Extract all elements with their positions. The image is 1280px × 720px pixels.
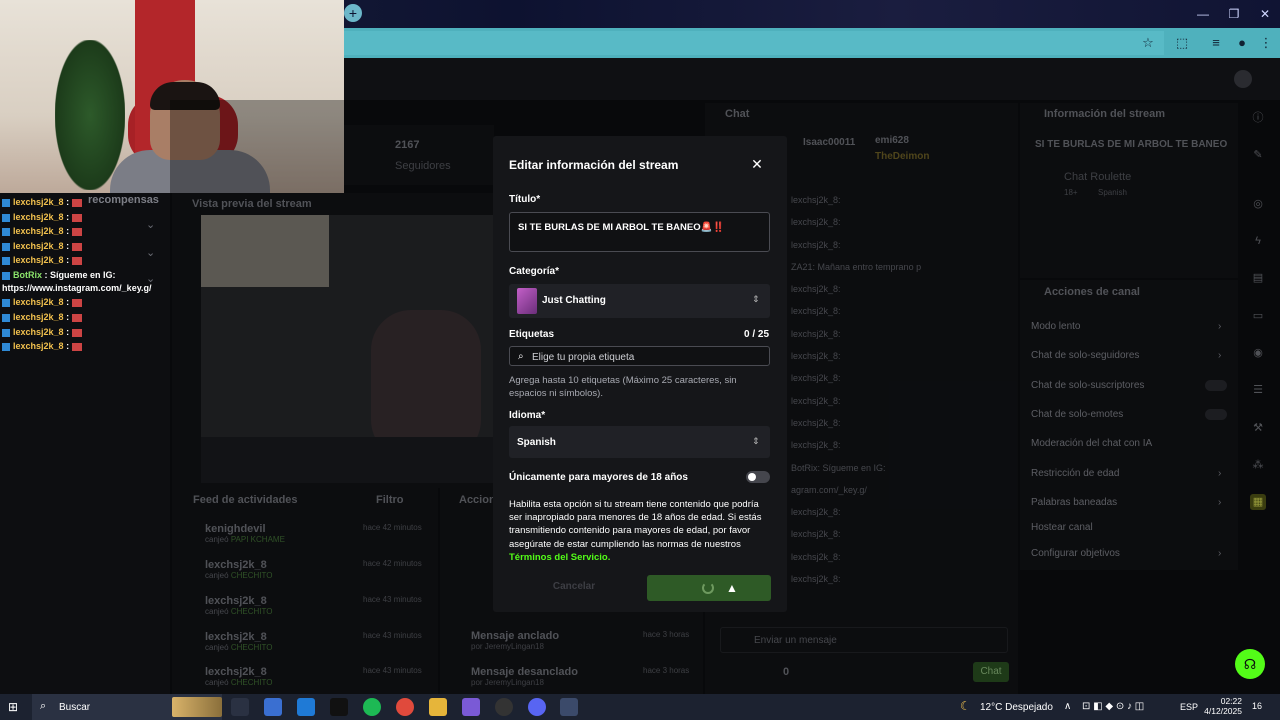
search-highlight-image xyxy=(172,697,222,717)
search-icon: ⌕ xyxy=(40,700,47,712)
language-label: Idioma* xyxy=(509,410,546,421)
clock[interactable]: 02:22 4/12/2025 xyxy=(1204,696,1242,716)
bookmark-star-icon[interactable]: ☆ xyxy=(1140,35,1156,51)
system-tray-icons[interactable]: ⊡ ◧ ◆ ⊙ ♪ ◫ xyxy=(1082,701,1144,712)
weather-label[interactable]: 12°C Despejado xyxy=(980,702,1053,713)
minimize-button[interactable]: — xyxy=(1188,4,1218,24)
language-indicator[interactable]: ESP xyxy=(1180,702,1198,712)
tags-counter: 0 / 25 xyxy=(744,329,770,340)
title-label: Título* xyxy=(509,194,541,205)
close-icon[interactable]: ✕ xyxy=(749,156,765,172)
support-icon[interactable]: ☊ xyxy=(1235,649,1265,679)
overlay-chat-line: lexchsj2k_8 : xyxy=(2,241,83,251)
windows-taskbar: ⊞ ⌕ Buscar ☾ 12°C Despejado ∧ ⊡ ◧ ◆ ⊙ ♪ … xyxy=(0,694,1280,720)
app-icon[interactable] xyxy=(560,698,578,716)
category-label: Categoría* xyxy=(509,266,560,277)
overlay-chat-line: lexchsj2k_8 : xyxy=(2,212,83,222)
overlay-chat-line: lexchsj2k_8 : xyxy=(2,312,83,322)
language-value: Spanish xyxy=(517,437,556,448)
outlook-icon[interactable] xyxy=(297,698,315,716)
chevron-up-icon[interactable]: ∧ xyxy=(1064,701,1071,712)
close-window-button[interactable]: ✕ xyxy=(1250,4,1280,24)
tiktok-icon[interactable] xyxy=(330,698,348,716)
language-select[interactable]: Spanish ⇕ xyxy=(509,426,770,458)
restore-button[interactable]: ❐ xyxy=(1219,4,1249,24)
title-input-value: SI TE BURLAS DE MI ARBOL TE BANEO🚨‼️ xyxy=(518,222,725,233)
notifications-badge[interactable]: 16 xyxy=(1252,701,1262,711)
task-view-icon[interactable] xyxy=(231,698,249,716)
tags-help: Agrega hasta 10 etiquetas (Máximo 25 car… xyxy=(509,375,737,399)
overlay-chat-line: lexchsj2k_8 : xyxy=(2,255,83,265)
windows-start-icon[interactable]: ⊞ xyxy=(8,700,18,714)
adult-only-description: Habilita esta opción si tu stream tiene … xyxy=(509,499,762,563)
url-field[interactable] xyxy=(344,31,1164,55)
extensions-icon[interactable]: ⬚ xyxy=(1174,35,1190,51)
title-input[interactable]: SI TE BURLAS DE MI ARBOL TE BANEO🚨‼️ xyxy=(509,212,770,252)
store-icon[interactable] xyxy=(264,698,282,716)
category-value: Just Chatting xyxy=(542,295,606,306)
chrome-icon[interactable] xyxy=(396,698,414,716)
overlay-chat: lexchsj2k_8 : lexchsj2k_8 : lexchsj2k_8 … xyxy=(0,193,170,363)
tags-label: Etiquetas xyxy=(509,329,555,340)
profile-avatar[interactable]: ● xyxy=(1234,35,1250,51)
top-nav xyxy=(344,58,1280,100)
cancel-button[interactable]: Cancelar xyxy=(509,574,639,600)
mouse-cursor-icon: ▲ xyxy=(726,581,738,595)
overlay-chat-line: lexchsj2k_8 : xyxy=(2,327,83,337)
save-button[interactable] xyxy=(647,575,771,601)
address-bar: ☆ ⬚ ≡ ● ⋮ xyxy=(344,28,1280,58)
weather-moon-icon: ☾ xyxy=(960,699,971,713)
select-arrows-icon: ⇕ xyxy=(752,436,760,446)
overlay-chat-line: lexchsj2k_8 : xyxy=(2,341,83,351)
christmas-tree xyxy=(55,40,125,190)
loading-spinner-icon xyxy=(702,582,714,594)
select-arrows-icon: ⇕ xyxy=(752,294,760,304)
adult-only-toggle[interactable] xyxy=(746,471,770,483)
menu-icon[interactable]: ⋮ xyxy=(1258,35,1274,51)
folder-icon[interactable] xyxy=(429,698,447,716)
terms-link[interactable]: Términos del Servicio. xyxy=(509,552,610,563)
new-tab-button[interactable]: + xyxy=(344,4,362,22)
overlay-chat-line: lexchsj2k_8 : xyxy=(2,226,83,236)
edit-stream-info-modal: Editar información del stream ✕ Título* … xyxy=(493,136,787,612)
overlay-chat-line: lexchsj2k_8 : xyxy=(2,297,83,307)
tags-input[interactable]: ⌕ Elige tu propia etiqueta xyxy=(509,346,770,366)
modal-title: Editar información del stream xyxy=(509,158,679,172)
copilot-icon[interactable] xyxy=(462,698,480,716)
category-select[interactable]: Just Chatting ⇕ xyxy=(509,284,770,318)
taskbar-search-label: Buscar xyxy=(59,702,91,713)
overlay-chat-line: https://www.instagram.com/_key.g/ xyxy=(2,283,152,293)
overlay-chat-line: BotRix : Sígueme en IG: xyxy=(2,270,116,280)
obs-icon[interactable] xyxy=(495,698,513,716)
overlay-chat-line: lexchsj2k_8 : xyxy=(2,197,83,207)
adult-only-label: Únicamente para mayores de 18 años xyxy=(509,472,688,483)
media-icon[interactable]: ≡ xyxy=(1208,35,1224,51)
spotify-icon[interactable] xyxy=(363,698,381,716)
user-avatar[interactable] xyxy=(1234,70,1252,88)
search-icon: ⌕ xyxy=(518,351,524,362)
category-thumbnail xyxy=(517,288,537,314)
tags-placeholder: Elige tu propia etiqueta xyxy=(532,352,635,363)
discord-icon[interactable] xyxy=(528,698,546,716)
taskbar-search[interactable]: ⌕ Buscar xyxy=(32,694,222,720)
